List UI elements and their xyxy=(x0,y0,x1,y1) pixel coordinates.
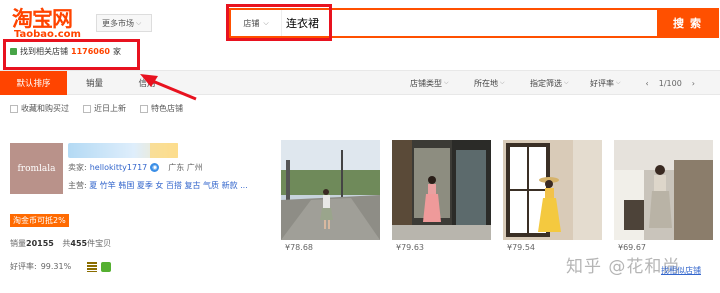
next-page-button[interactable]: › xyxy=(692,79,695,88)
filter-specified[interactable]: 指定筛选 ⌵ xyxy=(530,71,569,95)
product-thumbnail[interactable] xyxy=(281,140,380,240)
chevron-down-icon: ⌵ xyxy=(500,79,505,86)
tab-default-sort[interactable]: 默认排序 xyxy=(0,71,67,95)
annotation-box-count xyxy=(3,39,140,70)
more-markets-label: 更多市场 xyxy=(102,18,134,28)
product-thumbnail[interactable] xyxy=(614,140,713,240)
prev-page-button[interactable]: ‹ xyxy=(646,79,649,88)
product-photo xyxy=(503,140,602,240)
rating-value: 99.31% xyxy=(40,262,72,271)
wangwang-icon[interactable]: ◉ xyxy=(150,163,160,172)
coupon-badge: 淘金币可抵2% xyxy=(10,214,69,227)
taobao-shop-search-page: 淘宝网 Taobao.com 更多市场 ⌵ 店铺 ⌵ 搜索 找到相关店铺 117… xyxy=(0,0,720,293)
check-new-arrivals[interactable]: 近日上新 xyxy=(83,103,126,114)
main-category-label: 主营: xyxy=(68,181,87,190)
check-featured[interactable]: 特色店铺 xyxy=(140,103,183,114)
search-input[interactable] xyxy=(282,10,657,36)
filter-location-label: 所在地 xyxy=(474,78,498,88)
product-price: ¥78.68 xyxy=(285,243,313,252)
page-indicator: 1/100 xyxy=(658,78,682,88)
check-purchased[interactable]: 收藏和购买过 xyxy=(10,103,69,114)
seller-location: 广东 广州 xyxy=(168,163,203,172)
items-suffix: 件宝贝 xyxy=(87,239,112,248)
more-markets-dropdown[interactable]: 更多市场 ⌵ xyxy=(96,14,152,32)
filter-rating-label: 好评率 xyxy=(590,78,614,88)
tab-credit[interactable]: 信用 xyxy=(122,71,172,95)
product-price: ¥79.63 xyxy=(396,243,424,252)
product-price: ¥69.67 xyxy=(618,243,646,252)
chevron-down-icon: ⌵ xyxy=(444,79,449,86)
chevron-down-icon: ⌵ xyxy=(136,18,142,27)
pager: ‹ 1/100 › xyxy=(646,71,695,95)
shop-rating: 好评率: 99.31% xyxy=(10,261,112,272)
seller-info: 卖家: hellokitty1717 ◉ 广东 广州 xyxy=(68,162,203,173)
chevron-down-icon: ⌵ xyxy=(616,79,621,86)
sales-value: 20155 xyxy=(26,239,54,248)
filter-specified-label: 指定筛选 xyxy=(530,78,562,88)
filter-shop-type-label: 店铺类型 xyxy=(410,78,442,88)
checkbox[interactable] xyxy=(83,104,91,113)
shop-sales: 销量20155 共455件宝贝 xyxy=(10,238,111,249)
seller-label: 卖家: xyxy=(68,163,87,172)
sort-bar: 默认排序 销量 信用 店铺类型 ⌵ 所在地 ⌵ 指定筛选 ⌵ 好评率 ⌵ ‹ 1… xyxy=(0,70,720,95)
filter-shop-type[interactable]: 店铺类型 ⌵ xyxy=(410,71,449,95)
product-photo xyxy=(281,140,380,240)
chevron-down-icon: ⌵ xyxy=(564,79,569,86)
seller-nick[interactable]: hellokitty1717 xyxy=(90,163,148,172)
consumer-guarantee-icon xyxy=(101,261,112,272)
filter-location[interactable]: 所在地 ⌵ xyxy=(474,71,505,95)
tab-sales[interactable]: 销量 xyxy=(67,71,122,95)
shop-badge-blurred xyxy=(150,143,178,158)
check-purchased-label: 收藏和购买过 xyxy=(21,104,69,113)
check-new-arrivals-label: 近日上新 xyxy=(94,104,126,113)
product-photo xyxy=(392,140,491,240)
main-category-keywords[interactable]: 夏 竹竿 韩国 夏季 女 百搭 复古 气质 新款 ... xyxy=(89,181,248,190)
logo-text: 淘宝网 xyxy=(12,7,73,31)
product-thumbnail[interactable] xyxy=(503,140,602,240)
shop-logo[interactable]: fromlala xyxy=(10,143,63,194)
search-button[interactable]: 搜索 xyxy=(657,10,717,36)
rating-label: 好评率: xyxy=(10,262,37,271)
taobao-logo[interactable]: 淘宝网 Taobao.com xyxy=(12,7,92,40)
annotation-box-search xyxy=(226,4,332,41)
sales-label: 销量 xyxy=(10,239,26,248)
product-photo xyxy=(614,140,713,240)
check-featured-label: 特色店铺 xyxy=(151,104,183,113)
items-value: 455 xyxy=(70,239,88,248)
product-thumbnail[interactable] xyxy=(392,140,491,240)
checkbox[interactable] xyxy=(140,104,148,113)
main-category: 主营: 夏 竹竿 韩国 夏季 女 百搭 复古 气质 新款 ... xyxy=(68,180,268,191)
filter-checkboxes: 收藏和购买过 近日上新 特色店铺 xyxy=(10,103,183,114)
gold-seller-icon xyxy=(87,261,98,272)
checkbox[interactable] xyxy=(10,104,18,113)
find-similar-shops-link[interactable]: 找相似店铺 xyxy=(661,265,701,276)
product-price: ¥79.54 xyxy=(507,243,535,252)
filter-rating[interactable]: 好评率 ⌵ xyxy=(590,71,621,95)
